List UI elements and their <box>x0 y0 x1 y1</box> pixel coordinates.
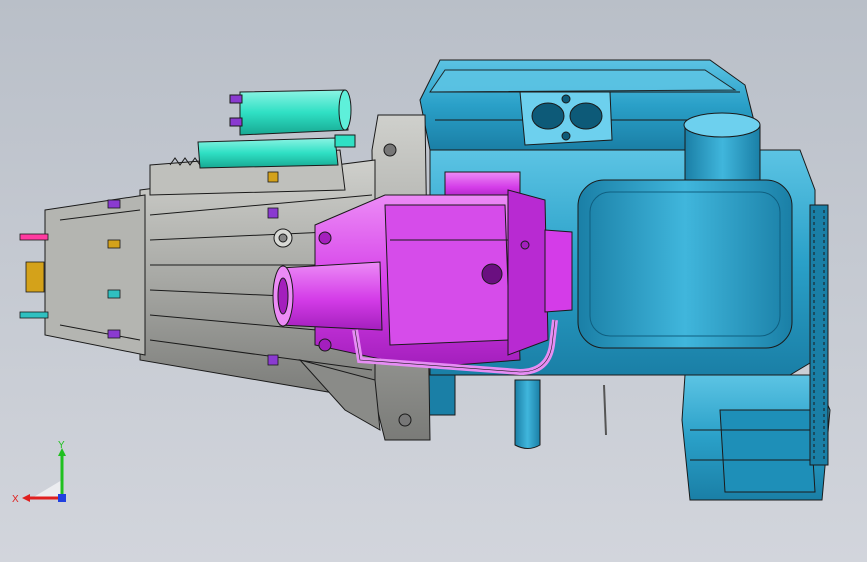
x-axis-arrowhead <box>22 494 30 502</box>
starter-motor-cyan[interactable] <box>197 89 356 169</box>
y-axis-label: Y <box>58 440 65 451</box>
engine-assembly-model[interactable] <box>0 0 867 562</box>
coordinate-triad-icon: Y X <box>12 440 66 505</box>
3d-cad-viewport[interactable]: Y X <box>0 0 867 562</box>
x-axis-label: X <box>12 494 19 505</box>
z-axis-marker <box>58 494 66 502</box>
